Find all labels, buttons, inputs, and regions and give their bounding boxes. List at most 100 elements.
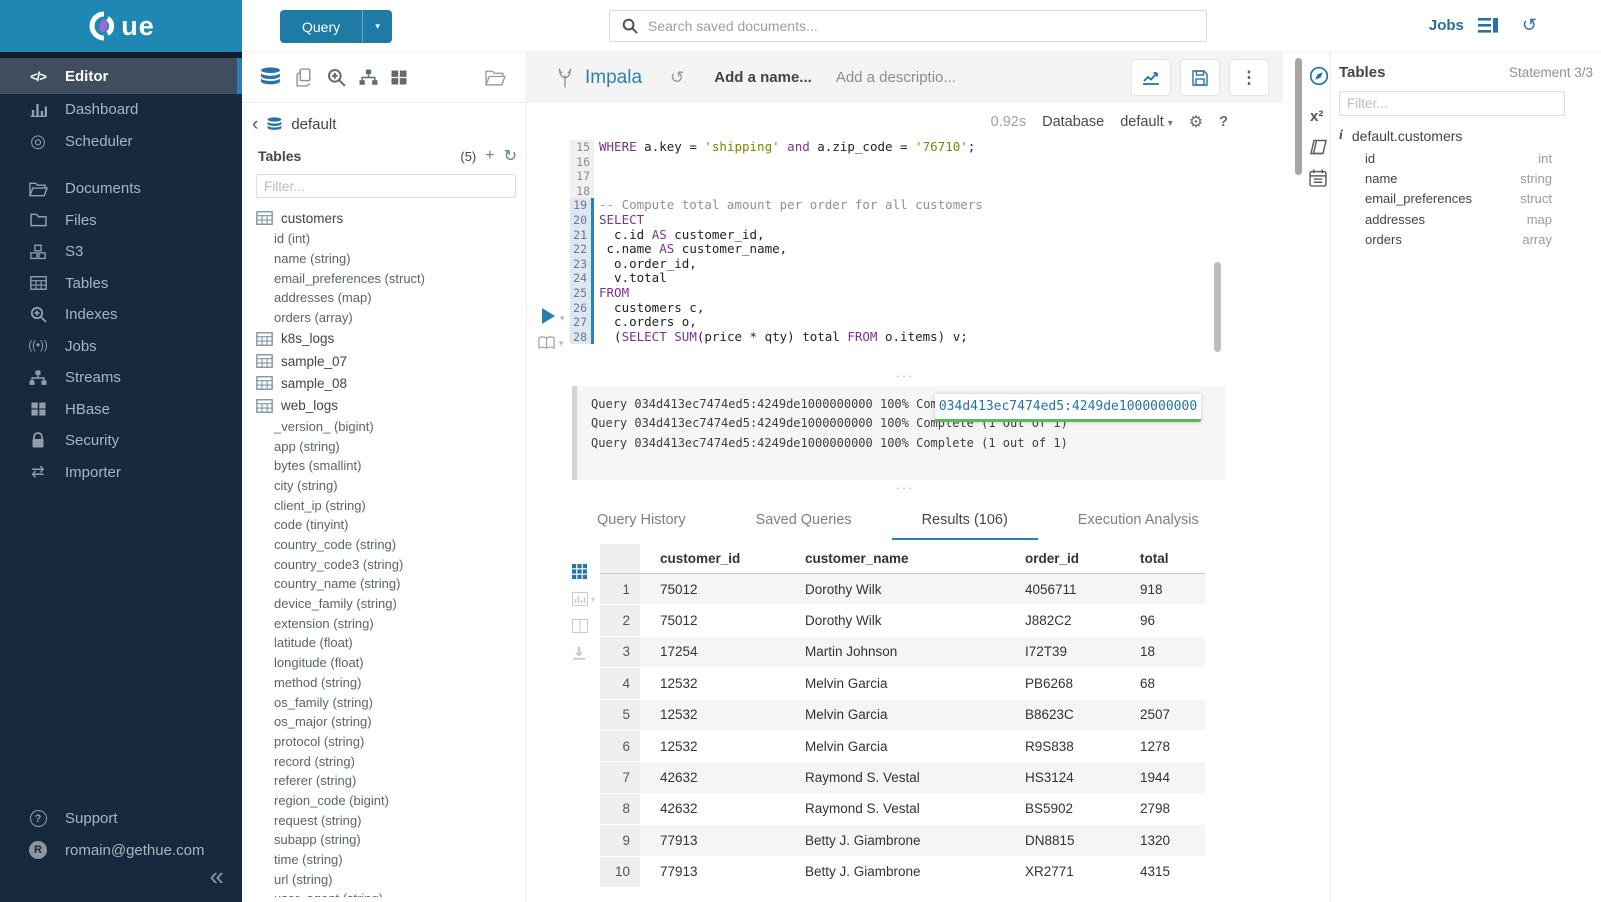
assist-column[interactable]: request (string): [242, 811, 526, 831]
sidebar-item-jobs[interactable]: ((•))Jobs: [0, 331, 242, 363]
assist-filter[interactable]: [256, 174, 516, 198]
assist-table-k8s_logs[interactable]: k8s_logs: [242, 328, 526, 350]
query-name-field[interactable]: Add a name...: [714, 69, 812, 86]
table-row[interactable]: 412532Melvin GarciaPB626868: [600, 668, 1205, 699]
assist-column[interactable]: country_code3 (string): [242, 555, 526, 575]
query-description-field[interactable]: Add a descriptio...: [836, 69, 956, 86]
hue-logo[interactable]: ue: [0, 0, 242, 52]
table-row[interactable]: 977913Betty J. GiambroneDN88151320: [600, 825, 1205, 856]
active-table-row[interactable]: i default.customers: [1339, 128, 1601, 144]
jobs-link[interactable]: Jobs: [1429, 17, 1464, 34]
page-scrollbar[interactable]: [1295, 58, 1302, 175]
assist-column[interactable]: orders (array): [242, 308, 526, 328]
sidebar-item-security[interactable]: Security: [0, 425, 242, 457]
column-header[interactable]: total: [1120, 551, 1205, 566]
sidebar-item-importer[interactable]: ⇄Importer: [0, 457, 242, 489]
assist-column[interactable]: code (tinyint): [242, 515, 526, 535]
table-row[interactable]: 317254Martin JohnsonI72T3918: [600, 637, 1205, 668]
sidebar-item-files[interactable]: Files: [0, 205, 242, 237]
chart-view-icon[interactable]: ▾: [572, 592, 595, 606]
assist-column[interactable]: extension (string): [242, 614, 526, 634]
table-row[interactable]: 612532Melvin GarciaR9S8381278: [600, 731, 1205, 762]
add-table-icon[interactable]: +: [485, 147, 494, 165]
table-row[interactable]: 742632Raymond S. VestalHS31241944: [600, 762, 1205, 793]
assist-column[interactable]: client_ip (string): [242, 496, 526, 516]
column-header[interactable]: order_id: [1005, 551, 1120, 566]
column-header[interactable]: customer_name: [785, 551, 1005, 566]
more-actions-button[interactable]: ⋮: [1229, 59, 1269, 96]
job-id-link[interactable]: 034d413ec7474ed5:4249de1000000000: [935, 394, 1201, 422]
assist-column[interactable]: country_name (string): [242, 574, 526, 594]
snippet-history-icon[interactable]: ↺: [670, 68, 684, 88]
chevron-left-icon[interactable]: ‹: [252, 118, 258, 132]
database-breadcrumb[interactable]: ‹ default: [252, 116, 526, 133]
right-column-addresses[interactable]: addressesmap: [1339, 209, 1601, 229]
sidebar-item-user[interactable]: R romain@gethue.com: [0, 835, 242, 867]
tab-results-106-[interactable]: Results (106): [892, 502, 1038, 540]
sidebar-item-scheduler[interactable]: ◎Scheduler: [0, 126, 242, 158]
sidebar-item-streams[interactable]: Streams: [0, 362, 242, 394]
assist-column[interactable]: city (string): [242, 476, 526, 496]
sidebar-item-tables[interactable]: Tables: [0, 268, 242, 300]
table-row[interactable]: 842632Raymond S. VestalBS59022798: [600, 794, 1205, 825]
sidebar-item-documents[interactable]: Documents: [0, 173, 242, 205]
query-button-label[interactable]: Query: [280, 19, 362, 35]
table-row[interactable]: 512532Melvin GarciaB8623C2507: [600, 700, 1205, 731]
assist-column[interactable]: url (string): [242, 870, 526, 890]
assist-column[interactable]: os_family (string): [242, 693, 526, 713]
sidebar-item-s3[interactable]: S3: [0, 236, 242, 268]
sidebar-collapse-icon[interactable]: «: [210, 861, 224, 892]
assist-table-sample_07[interactable]: sample_07: [242, 350, 526, 372]
settings-gear-icon[interactable]: ⚙: [1189, 112, 1203, 132]
grid-view-icon[interactable]: [572, 564, 587, 579]
help-icon[interactable]: ?: [1219, 114, 1228, 130]
column-header[interactable]: customer_id: [640, 551, 785, 566]
documents-assist-icon[interactable]: [295, 68, 314, 87]
tab-query-history[interactable]: Query History: [567, 502, 716, 540]
columns-view-icon[interactable]: [572, 619, 588, 633]
assist-column[interactable]: time (string): [242, 850, 526, 870]
download-icon[interactable]: [572, 646, 586, 660]
database-name[interactable]: default: [291, 116, 336, 133]
sidebar-item-editor[interactable]: </>Editor: [0, 58, 242, 94]
assist-column[interactable]: name (string): [242, 249, 526, 269]
refresh-icon[interactable]: ↻: [504, 146, 517, 166]
chart-button[interactable]: [1131, 59, 1171, 96]
assist-table-web_logs[interactable]: web_logs: [242, 395, 526, 417]
sql-assist-icon[interactable]: [259, 67, 282, 87]
assist-column[interactable]: _version_ (bigint): [242, 417, 526, 437]
assist-column[interactable]: record (string): [242, 752, 526, 772]
projects-folder-icon[interactable]: [485, 69, 506, 86]
assist-table-sample_08[interactable]: sample_08: [242, 372, 526, 394]
sidebar-item-support[interactable]: ? Support: [0, 803, 242, 835]
save-button[interactable]: [1180, 59, 1220, 96]
assist-column[interactable]: os_major (string): [242, 712, 526, 732]
database-selector[interactable]: default ▾: [1120, 114, 1173, 130]
assist-column[interactable]: protocol (string): [242, 732, 526, 752]
assist-column[interactable]: referer (string): [242, 771, 526, 791]
assist-column[interactable]: subapp (string): [242, 830, 526, 850]
sidebar-item-dashboard[interactable]: Dashboard: [0, 94, 242, 126]
right-column-orders[interactable]: ordersarray: [1339, 229, 1601, 249]
execute-options-caret[interactable]: ▾: [560, 313, 565, 324]
tab-saved-queries[interactable]: Saved Queries: [726, 502, 882, 540]
assist-column[interactable]: app (string): [242, 437, 526, 457]
resize-handle-bottom[interactable]: ···: [527, 484, 1283, 492]
assist-table-customers[interactable]: customers: [242, 207, 526, 229]
table-row[interactable]: 1077913Betty J. GiambroneXR27714315: [600, 857, 1205, 888]
tab-execution-analysis[interactable]: Execution Analysis: [1048, 502, 1229, 540]
apps-grid-icon[interactable]: [391, 70, 407, 85]
sql-code-editor[interactable]: 15WHERE a.key = 'shipping' and a.zip_cod…: [527, 140, 1283, 344]
search-input[interactable]: [648, 18, 1194, 34]
active-table-name[interactable]: default.customers: [1352, 128, 1463, 144]
schedule-calendar-icon[interactable]: [1309, 169, 1330, 187]
snippet-explain-icon[interactable]: ▾: [538, 336, 564, 350]
language-reference-icon[interactable]: [1309, 139, 1330, 155]
editor-scrollbar[interactable]: [1214, 262, 1221, 352]
new-query-button[interactable]: Query ▾: [280, 10, 392, 43]
assist-column[interactable]: method (string): [242, 673, 526, 693]
assist-column[interactable]: latitude (float): [242, 633, 526, 653]
right-filter-input[interactable]: [1347, 96, 1557, 111]
right-column-id[interactable]: idint: [1339, 148, 1601, 168]
table-row[interactable]: 175012Dorothy Wilk4056711918: [600, 574, 1205, 605]
